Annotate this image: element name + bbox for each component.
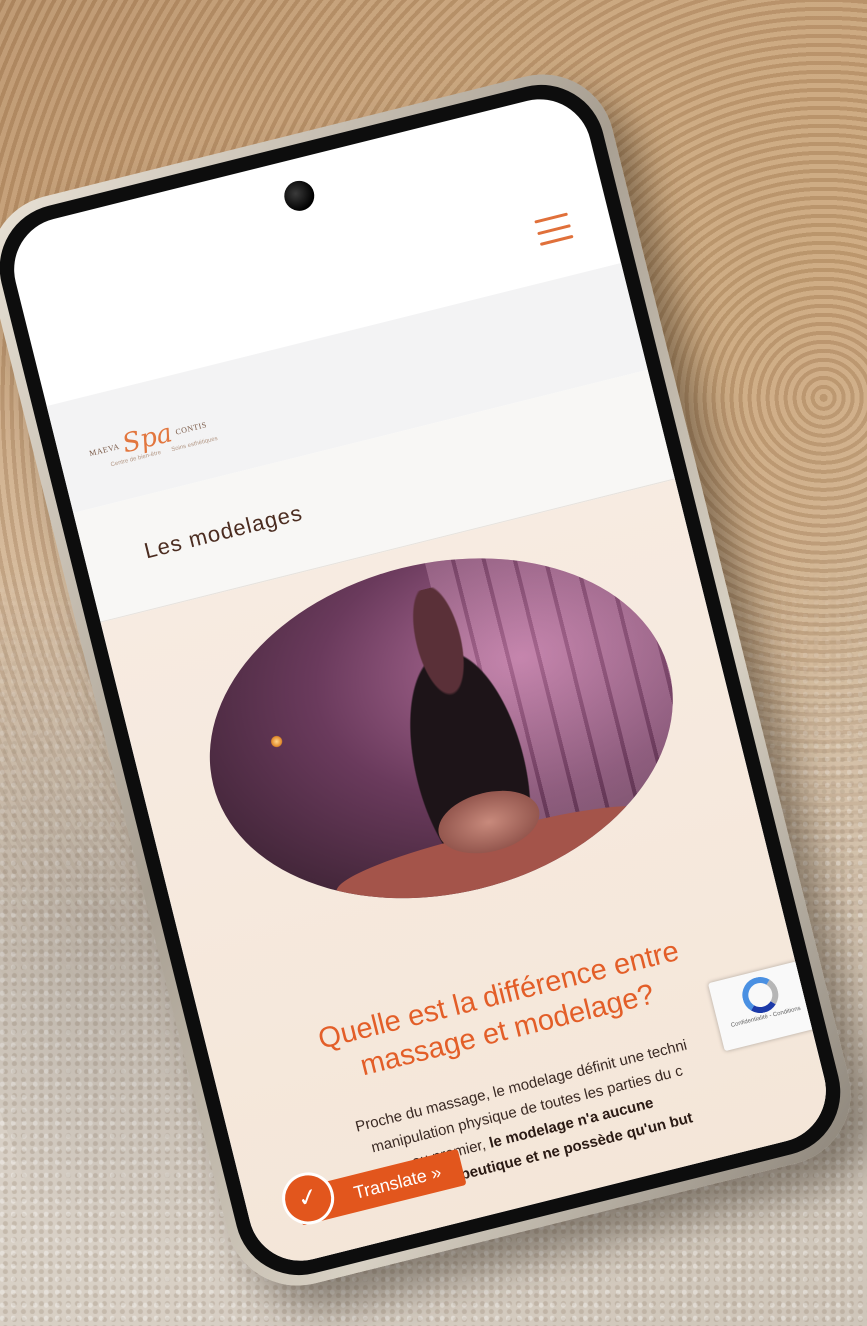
main-content: Quelle est la différence entre massage e… bbox=[100, 479, 837, 1272]
logo-left-text: MAEVA bbox=[88, 441, 121, 458]
logo-right-text: CONTIS bbox=[174, 419, 208, 437]
logo-sub-right: Soins esthétiques bbox=[170, 435, 219, 454]
background-scene: MAEVA Spa CONTIS Centre de bien-être Soi… bbox=[0, 0, 867, 1326]
page-title: Les modelages bbox=[141, 499, 306, 564]
candle-light bbox=[269, 734, 284, 749]
site-logo[interactable]: MAEVA Spa CONTIS Centre de bien-être Soi… bbox=[82, 395, 218, 482]
hamburger-menu-icon[interactable] bbox=[534, 212, 574, 246]
recaptcha-icon bbox=[738, 973, 783, 1017]
